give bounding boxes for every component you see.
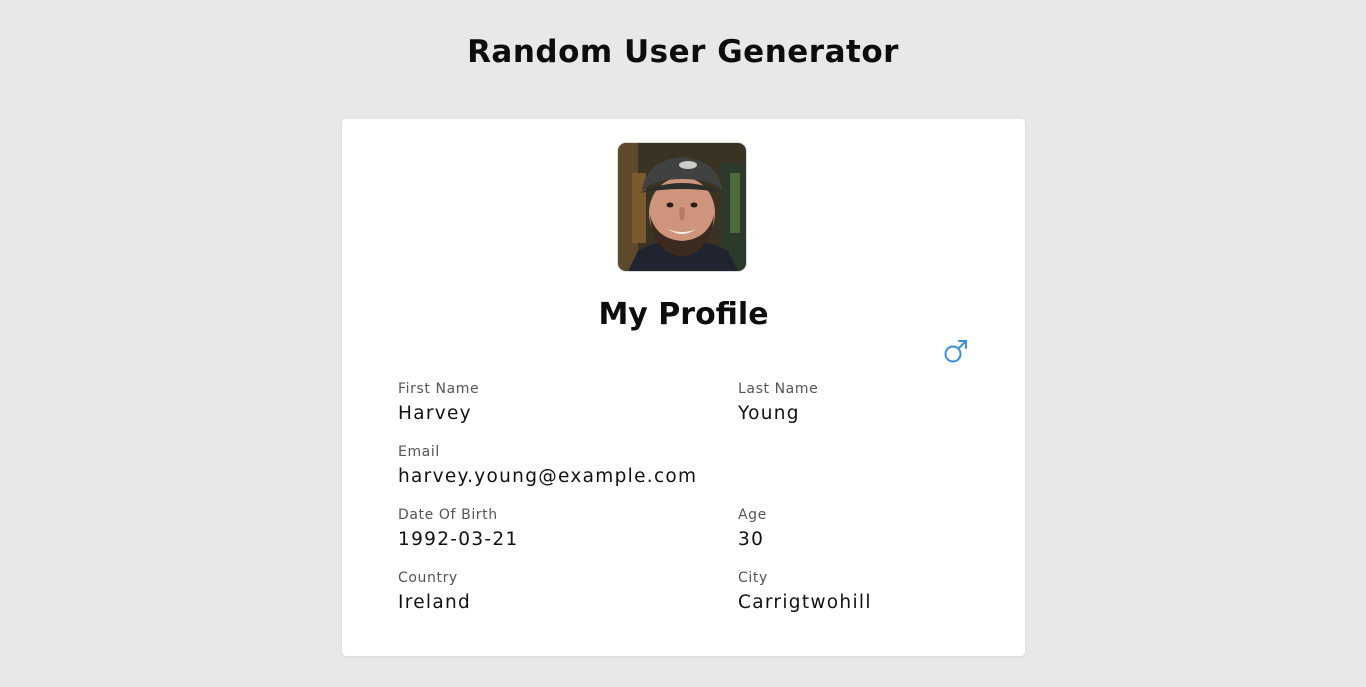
male-symbol-icon bbox=[944, 340, 967, 363]
last-name-field: Last Name Young bbox=[738, 380, 818, 425]
last-name-value: Young bbox=[738, 403, 800, 424]
city-value: Carrigtwohill bbox=[738, 592, 872, 613]
profile-card: My Profile First Name Harvey Last Name Y… bbox=[342, 119, 1025, 656]
email-label: Email bbox=[398, 444, 440, 460]
country-label: Country bbox=[398, 570, 458, 586]
first-name-label: First Name bbox=[398, 381, 480, 397]
dob-field: Date Of Birth 1992-03-21 bbox=[398, 506, 519, 551]
app-title: Random User Generator bbox=[467, 34, 899, 70]
age-field: Age 30 bbox=[738, 506, 767, 551]
city-label: City bbox=[738, 570, 768, 586]
first-name-field: First Name Harvey bbox=[398, 380, 479, 425]
dob-label: Date Of Birth bbox=[398, 507, 498, 523]
avatar-photo bbox=[618, 143, 746, 271]
avatar bbox=[618, 143, 746, 271]
first-name-value: Harvey bbox=[398, 403, 472, 424]
dob-value: 1992-03-21 bbox=[398, 529, 519, 550]
email-field: Email harvey.young@example.com bbox=[398, 443, 697, 488]
city-field: City Carrigtwohill bbox=[738, 569, 872, 614]
country-field: Country Ireland bbox=[398, 569, 471, 614]
country-value: Ireland bbox=[398, 592, 472, 613]
profile-title: My Profile bbox=[598, 297, 769, 332]
age-label: Age bbox=[738, 507, 767, 523]
email-value: harvey.young@example.com bbox=[398, 466, 698, 487]
last-name-label: Last Name bbox=[738, 381, 819, 397]
age-value: 30 bbox=[738, 529, 765, 550]
